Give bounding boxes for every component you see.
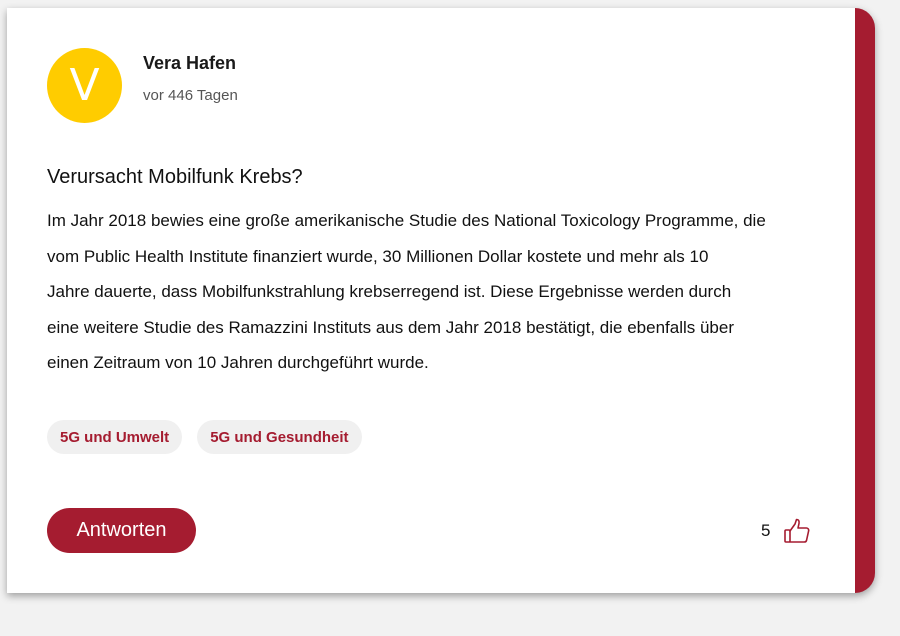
- reply-button[interactable]: Antworten: [47, 508, 196, 553]
- like-count: 5: [761, 521, 771, 540]
- comment-card: V Vera Hafen vor 446 Tagen Verursacht Mo…: [7, 8, 855, 593]
- post-title: Verursacht Mobilfunk Krebs?: [47, 166, 303, 188]
- author-name: Vera Hafen: [143, 53, 237, 73]
- avatar-initial: V: [69, 60, 100, 111]
- avatar: V: [47, 48, 122, 123]
- like-section: 5: [761, 517, 811, 545]
- comment-card-container: V Vera Hafen vor 446 Tagen Verursacht Mo…: [7, 8, 875, 593]
- tag-list: 5G und Umwelt 5G und Gesundheit: [47, 420, 362, 454]
- post-timestamp: vor 446 Tagen: [143, 87, 238, 104]
- thumbs-up-icon[interactable]: [783, 517, 811, 545]
- tag-5g-gesundheit[interactable]: 5G und Gesundheit: [197, 420, 362, 454]
- post-body: Im Jahr 2018 bewies eine große amerikani…: [47, 211, 766, 372]
- tag-5g-umwelt[interactable]: 5G und Umwelt: [47, 420, 183, 454]
